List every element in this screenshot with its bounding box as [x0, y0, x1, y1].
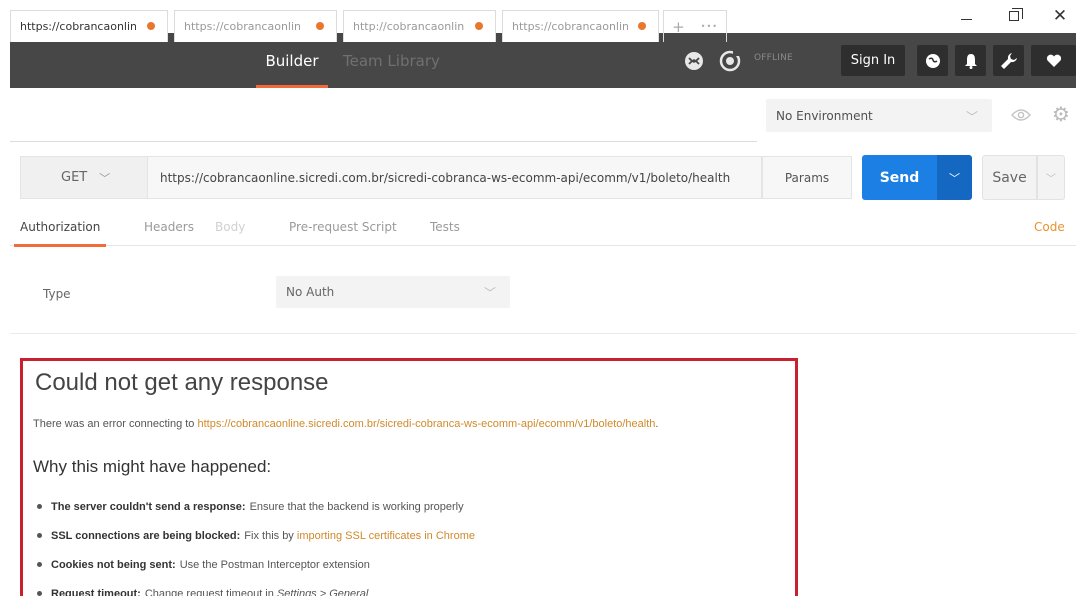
- environment-select[interactable]: No Environment ﹀: [766, 99, 992, 132]
- unsaved-dot-icon: [147, 22, 155, 30]
- settings-path: Settings > General: [276, 587, 369, 596]
- error-message: There was an error connecting to https:/…: [33, 418, 658, 430]
- section-divider: [10, 333, 1076, 334]
- reason-title: SSL connections are being blocked:: [51, 529, 241, 542]
- environment-select-value: No Environment: [776, 108, 873, 123]
- support-button[interactable]: [1031, 45, 1076, 76]
- request-tab[interactable]: https://cobrancaonlin: [502, 10, 659, 42]
- manage-environments-button[interactable]: ⚙: [1048, 101, 1074, 127]
- chevron-down-icon: ﹀: [483, 286, 496, 300]
- tabs-divider: [10, 141, 757, 142]
- list-item: The server couldn't send a response: Ens…: [37, 492, 475, 521]
- params-button[interactable]: Params: [762, 156, 852, 199]
- sign-in-button[interactable]: Sign In: [841, 45, 905, 76]
- reason-text: Change request timeout in: [144, 587, 274, 596]
- request-tab[interactable]: https://cobrancaonlin: [174, 10, 337, 42]
- reason-text: Use the Postman Interceptor extension: [179, 558, 370, 571]
- reason-title: The server couldn't send a response:: [51, 500, 246, 513]
- method-select[interactable]: GET ﹀: [20, 156, 148, 199]
- bell-icon: [964, 53, 977, 69]
- ssl-certificates-link[interactable]: importing SSL certificates in Chrome: [297, 530, 475, 542]
- settings-button[interactable]: [993, 45, 1024, 76]
- list-item: SSL connections are being blocked: Fix t…: [37, 521, 475, 550]
- bullet-icon: [37, 591, 42, 596]
- tab-body[interactable]: Body: [215, 220, 245, 234]
- send-button[interactable]: Send: [862, 155, 937, 200]
- minimize-icon: [960, 18, 972, 20]
- tab-more-button[interactable]: •••: [701, 22, 718, 31]
- tab-headers[interactable]: Headers: [144, 220, 194, 234]
- tab-pre-request-script[interactable]: Pre-request Script: [289, 220, 397, 234]
- chevron-down-icon: ﹀: [949, 171, 960, 185]
- why-heading: Why this might have happened:: [33, 457, 272, 476]
- environment-quick-look-button[interactable]: [1009, 103, 1033, 127]
- chevron-down-icon: ﹀: [965, 110, 978, 124]
- request-tab-label: https://cobrancaonlin: [20, 20, 136, 33]
- interceptor-button[interactable]: [681, 48, 707, 74]
- gear-icon: ⚙: [1052, 102, 1070, 126]
- new-tab-button[interactable]: +: [672, 18, 685, 36]
- reasons-list: The server couldn't send a response: Ens…: [37, 492, 475, 596]
- tab-builder-label: Builder: [265, 51, 319, 70]
- request-tab[interactable]: http://cobrancaonlin: [343, 10, 496, 42]
- maximize-button[interactable]: [994, 4, 1034, 28]
- error-message-suffix: .: [655, 418, 659, 430]
- request-tab-label: http://cobrancaonlin: [353, 20, 465, 33]
- close-button[interactable]: ✕: [1040, 4, 1076, 28]
- reason-text: Ensure that the backend is working prope…: [249, 500, 464, 513]
- reason-text: Fix this by: [244, 529, 294, 542]
- error-title: Could not get any response: [35, 369, 329, 396]
- request-tab-label: https://cobrancaonlin: [184, 20, 300, 33]
- offline-status: OFFLINE: [754, 53, 793, 63]
- wrench-icon: [1000, 52, 1017, 69]
- request-tab-label: https://cobrancaonlin: [512, 20, 628, 33]
- reason-title: Request timeout:: [51, 587, 141, 596]
- sync-status-button[interactable]: [717, 48, 743, 74]
- unsaved-dot-icon: [638, 22, 646, 30]
- tab-team-library-label: Team Library: [343, 51, 440, 70]
- eye-icon: [1011, 109, 1031, 121]
- globe-icon: [925, 53, 940, 68]
- bullet-icon: [37, 562, 42, 567]
- save-button[interactable]: Save: [982, 155, 1037, 200]
- heart-icon: [1046, 54, 1061, 67]
- close-icon: ✕: [1052, 6, 1068, 26]
- list-item: Request timeout: Change request timeout …: [37, 579, 475, 596]
- unsaved-dot-icon: [316, 22, 324, 30]
- bullet-icon: [37, 504, 42, 509]
- notifications-button[interactable]: [955, 45, 986, 76]
- request-subtabs: Authorization Headers Body Pre-request S…: [10, 212, 1076, 247]
- tab-authorization[interactable]: Authorization: [13, 220, 107, 247]
- interceptor-icon: [685, 52, 703, 70]
- chevron-down-icon: ﹀: [1046, 174, 1056, 185]
- response-error-panel: Could not get any response There was an …: [20, 358, 798, 596]
- minimize-button[interactable]: [946, 4, 986, 28]
- error-message-prefix: There was an error connecting to: [33, 418, 198, 430]
- generate-code-link[interactable]: Code: [1034, 220, 1065, 234]
- runner-button[interactable]: [917, 45, 948, 76]
- auth-type-value: No Auth: [286, 285, 335, 299]
- chevron-down-icon: ﹀: [99, 171, 111, 185]
- unsaved-dot-icon: [475, 22, 483, 30]
- url-input[interactable]: https://cobrancaonline.sicredi.com.br/si…: [148, 156, 762, 199]
- tab-actions: + •••: [663, 10, 727, 42]
- reason-title: Cookies not being sent:: [51, 558, 176, 571]
- auth-type-label: Type: [43, 287, 71, 301]
- error-url-link[interactable]: https://cobrancaonline.sicredi.com.br/si…: [197, 418, 655, 430]
- sync-icon: [719, 50, 741, 72]
- save-options-button[interactable]: ﹀: [1037, 155, 1065, 200]
- bullet-icon: [37, 533, 42, 538]
- request-tab[interactable]: https://cobrancaonlin: [10, 10, 168, 42]
- send-options-button[interactable]: ﹀: [937, 155, 972, 200]
- method-value: GET: [61, 170, 88, 185]
- tab-tests[interactable]: Tests: [430, 220, 460, 234]
- restore-icon: [1009, 8, 1023, 21]
- auth-type-select[interactable]: No Auth ﹀: [276, 276, 510, 308]
- list-item: Cookies not being sent: Use the Postman …: [37, 550, 475, 579]
